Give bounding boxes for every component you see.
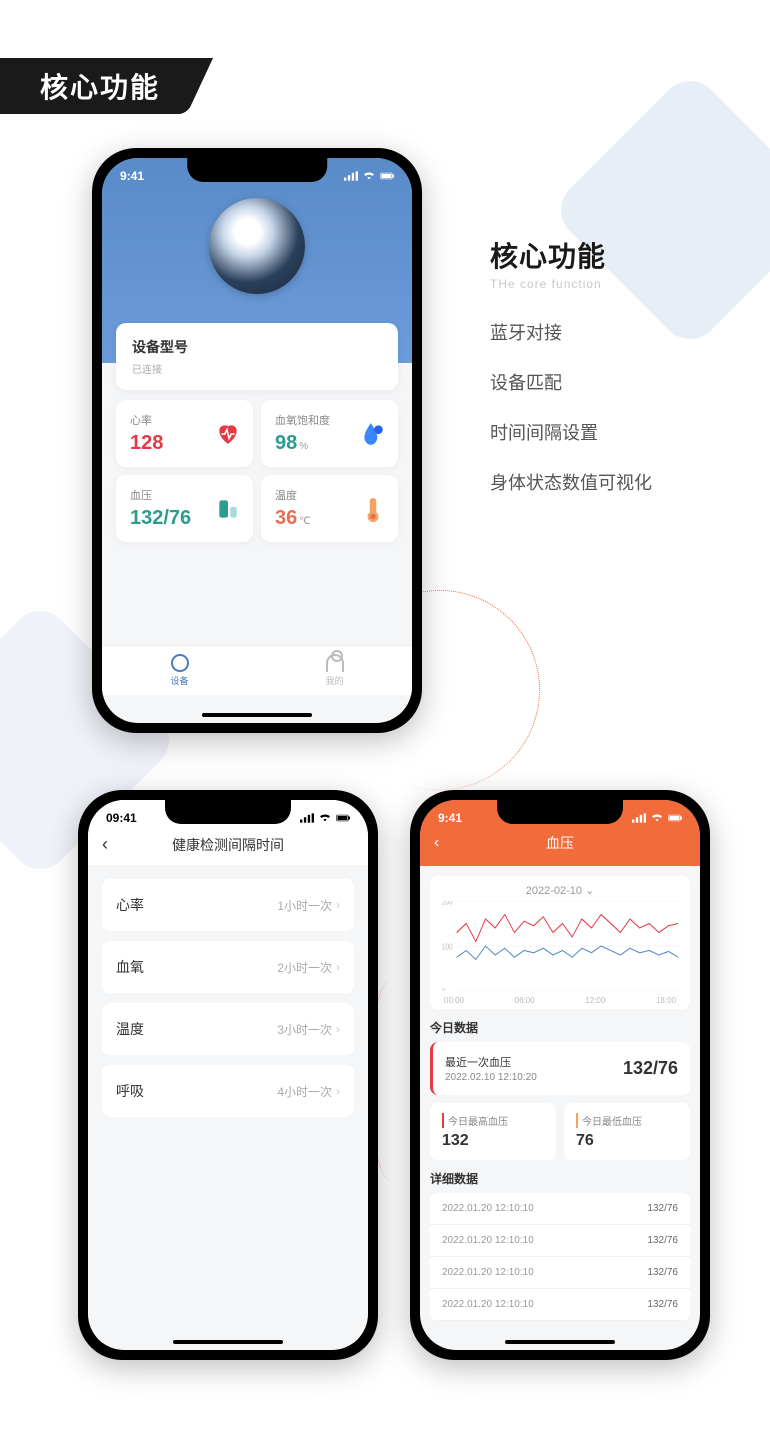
feature-item: 蓝牙对接 [490, 319, 652, 345]
tab-mine[interactable]: 我的 [257, 646, 412, 695]
low-bp-card[interactable]: 今日最低血压 76 [564, 1103, 690, 1160]
chevron-right-icon: › [336, 898, 340, 912]
thermometer-icon [360, 496, 386, 522]
feature-item: 时间间隔设置 [490, 419, 652, 445]
phone-interval-settings: 09:41 ‹ 健康检测间隔时间 心率 1小时一次 › 血氧 2小时一次 › 温… [78, 790, 378, 1360]
status-icons [300, 813, 350, 823]
side-panel: 核心功能 THe core function 蓝牙对接 设备匹配 时间间隔设置 … [490, 235, 652, 519]
page-title: 健康检测间隔时间 [172, 835, 284, 855]
back-button[interactable]: ‹ [102, 834, 108, 855]
heart-icon [215, 421, 241, 447]
section-title: 今日数据 [430, 1019, 690, 1036]
back-button[interactable]: ‹ [434, 834, 439, 852]
status-time: 9:41 [120, 169, 144, 183]
gauge-icon [215, 496, 241, 522]
high-bp-card[interactable]: 今日最高血压 132 [430, 1103, 556, 1160]
device-model-label: 设备型号 [132, 337, 382, 357]
detail-row[interactable]: 2022.01.20 12:10:10132/76 [430, 1225, 690, 1257]
interval-item[interactable]: 呼吸 4小时一次 › [102, 1065, 354, 1117]
status-time: 09:41 [106, 811, 137, 825]
phone-notch [497, 800, 623, 824]
phone-blood-pressure: 9:41 ‹ 血压 2022-02-10 ⌄ 0 100 200 00:0006:0… [410, 790, 710, 1360]
page-title: 血压 [546, 833, 574, 853]
svg-text:100: 100 [442, 942, 453, 952]
feature-item: 设备匹配 [490, 369, 652, 395]
bp-chart: 0 100 200 [440, 901, 680, 991]
device-status: 已连接 [132, 361, 382, 376]
interval-item[interactable]: 血氧 2小时一次 › [102, 941, 354, 993]
tab-bar: 设备 我的 [102, 645, 412, 695]
side-title: 核心功能 [490, 235, 652, 275]
metric-spo2[interactable]: 血氧饱和度 98% [261, 400, 398, 467]
detail-row[interactable]: 2022.01.20 12:10:10132/76 [430, 1193, 690, 1225]
phone-notch [187, 158, 327, 182]
interval-item[interactable]: 心率 1小时一次 › [102, 879, 354, 931]
device-icon [171, 654, 189, 672]
avatar[interactable] [209, 198, 305, 294]
chevron-down-icon: ⌄ [585, 885, 594, 897]
tab-device[interactable]: 设备 [102, 646, 257, 695]
metric-blood-pressure[interactable]: 血压 132/76 [116, 475, 253, 542]
phone-device-dashboard: 9:41 设备型号 已连接 心率 128 血氧饱和度 98% [92, 148, 422, 733]
device-card[interactable]: 设备型号 已连接 [116, 323, 398, 390]
metric-heart-rate[interactable]: 心率 128 [116, 400, 253, 467]
chevron-right-icon: › [336, 960, 340, 974]
chart-x-axis: 00:0006:0012:0018:00 [440, 996, 680, 1005]
interval-item[interactable]: 温度 3小时一次 › [102, 1003, 354, 1055]
detail-row[interactable]: 2022.01.20 12:10:10132/76 [430, 1257, 690, 1289]
person-icon [326, 654, 344, 672]
phone-notch [165, 800, 291, 824]
detail-row[interactable]: 2022.01.20 12:10:10132/76 [430, 1289, 690, 1321]
section-badge: 核心功能 [0, 58, 188, 114]
home-indicator[interactable] [505, 1340, 615, 1344]
svg-text:0: 0 [442, 987, 446, 991]
status-icons [632, 813, 682, 823]
svg-text:200: 200 [442, 901, 453, 907]
recent-bp-card[interactable]: 最近一次血压 2022.02.10 12:10:20 132/76 [430, 1042, 690, 1095]
metric-temperature[interactable]: 温度 36℃ [261, 475, 398, 542]
home-indicator[interactable] [202, 713, 312, 717]
chevron-right-icon: › [336, 1084, 340, 1098]
date-picker[interactable]: 2022-02-10 ⌄ [440, 884, 680, 897]
side-subtitle: THe core function [490, 277, 652, 291]
chart-card: 2022-02-10 ⌄ 0 100 200 00:0006:0012:0018:0… [430, 876, 690, 1009]
status-icons [344, 171, 394, 181]
status-time: 9:41 [438, 811, 462, 825]
chevron-right-icon: › [336, 1022, 340, 1036]
home-indicator[interactable] [173, 1340, 283, 1344]
feature-item: 身体状态数值可视化 [490, 469, 652, 495]
section-title: 详细数据 [430, 1170, 690, 1187]
droplet-icon [360, 421, 386, 447]
